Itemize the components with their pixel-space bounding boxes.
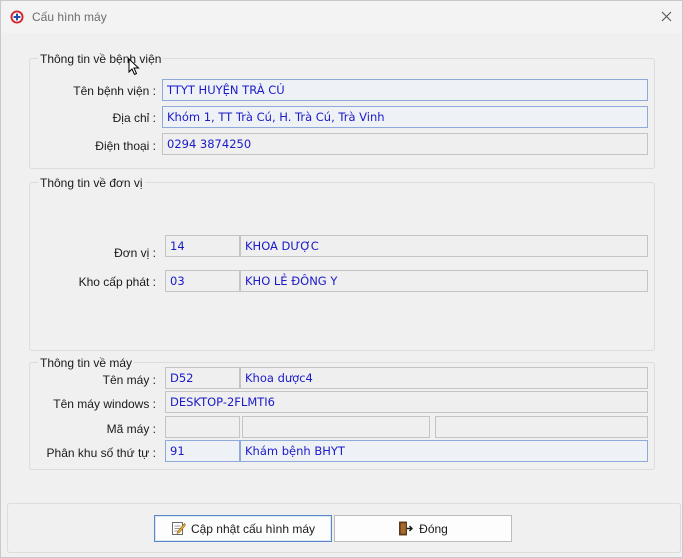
close-button[interactable]: Đóng xyxy=(334,515,512,542)
warehouse-label: Kho cấp phát : xyxy=(78,275,156,289)
unit-group-title: Thông tin về đơn vị xyxy=(38,176,145,190)
department-label: Đơn vị : xyxy=(114,246,156,260)
config-window: Cấu hình máy Thông tin về bệnh viện Tên … xyxy=(0,0,683,558)
department-code-field[interactable]: 14 xyxy=(165,235,240,257)
hospital-address-label: Địa chỉ : xyxy=(112,111,156,125)
update-config-button[interactable]: Cập nhật cấu hình máy xyxy=(154,515,332,542)
title-bar: Cấu hình máy xyxy=(1,1,682,33)
queue-zone-code-field[interactable]: 91 xyxy=(165,440,240,462)
mouse-cursor-icon xyxy=(128,57,140,79)
machine-id-field-3[interactable] xyxy=(435,416,648,438)
unit-info-group xyxy=(29,182,655,351)
machine-code-field[interactable]: D52 xyxy=(165,367,240,389)
machine-id-field-2[interactable] xyxy=(242,416,430,438)
hospital-phone-label: Điện thoại : xyxy=(95,139,156,153)
close-label: Đóng xyxy=(419,521,448,536)
exit-door-icon xyxy=(398,521,414,536)
close-window-button[interactable] xyxy=(651,3,681,31)
queue-zone-name-field[interactable]: Khám bệnh BHYT xyxy=(240,440,648,462)
hospital-group-title: Thông tin về bệnh viện xyxy=(38,52,164,66)
close-icon xyxy=(661,11,672,22)
warehouse-code-field[interactable]: 03 xyxy=(165,270,240,292)
machine-group-title: Thông tin về máy xyxy=(38,356,135,370)
update-config-label: Cập nhật cấu hình máy xyxy=(190,521,316,536)
red-cross-icon xyxy=(10,10,24,24)
machine-id-label: Mã máy : xyxy=(106,422,156,436)
warehouse-name-field[interactable]: KHO LẺ ĐÔNG Y xyxy=(240,270,648,292)
machine-desc-field[interactable]: Khoa dược4 xyxy=(240,367,648,389)
hospital-phone-field[interactable]: 0294 3874250 xyxy=(162,133,648,155)
windows-name-label: Tên máy windows : xyxy=(53,397,156,411)
department-name-field[interactable]: KHOA DƯỢC xyxy=(240,235,648,257)
hospital-name-field[interactable]: TTYT HUYỆN TRÀ CÚ xyxy=(162,79,648,101)
edit-document-icon xyxy=(171,521,186,536)
queue-zone-label: Phân khu số thứ tự : xyxy=(46,446,156,460)
windows-name-field[interactable]: DESKTOP-2FLMTI6 xyxy=(165,391,648,413)
window-title: Cấu hình máy xyxy=(32,10,107,24)
machine-name-label: Tên máy : xyxy=(102,373,156,387)
hospital-address-field[interactable]: Khóm 1, TT Trà Cú, H. Trà Cú, Trà Vinh xyxy=(162,106,648,128)
hospital-name-label: Tên bệnh viện : xyxy=(73,84,156,98)
machine-id-field-1[interactable] xyxy=(165,416,240,438)
